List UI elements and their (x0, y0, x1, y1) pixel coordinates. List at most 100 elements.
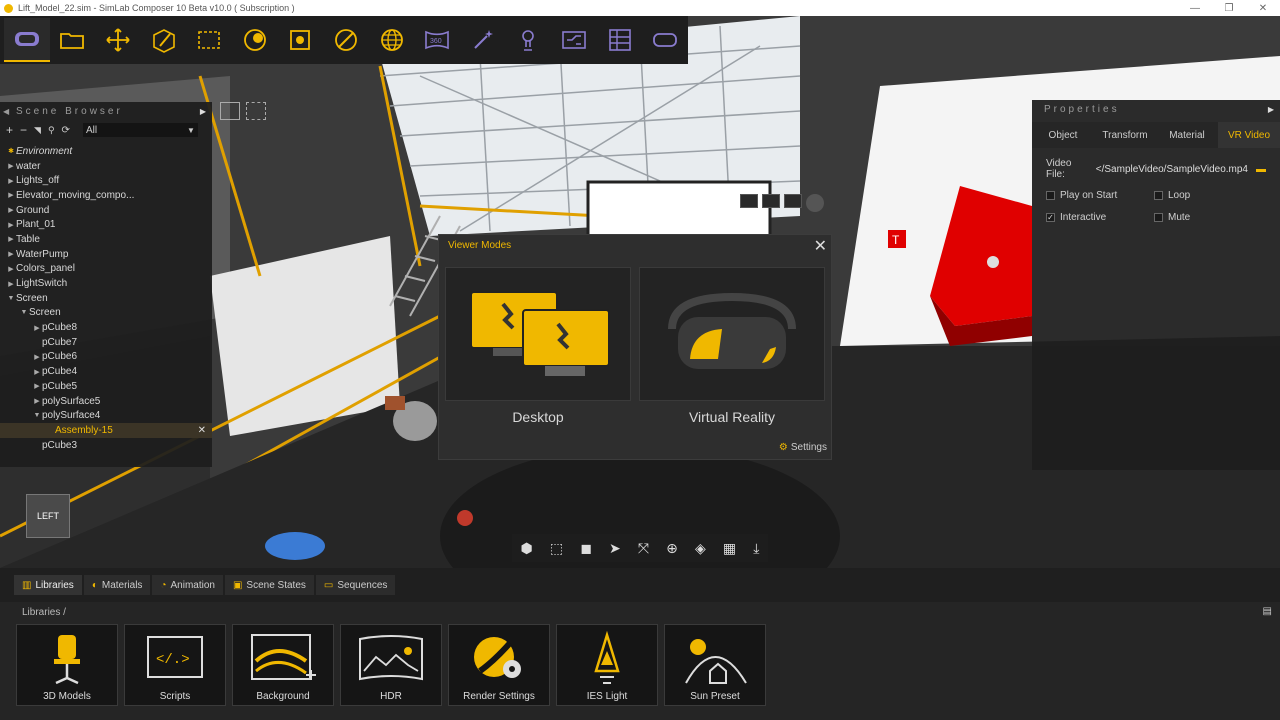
list-view-icon[interactable]: ▤ (1263, 606, 1272, 617)
tree-item[interactable]: ▶ LightSwitch (0, 276, 212, 291)
tree-item[interactable]: ▶ WaterPump (0, 247, 212, 262)
toolbar-360[interactable]: 360 (414, 18, 460, 62)
scene-filter-dropdown[interactable]: All ▼ (82, 123, 198, 137)
grid-toggle-icon[interactable]: ▦ (723, 540, 736, 557)
tree-item[interactable]: pCube7 (0, 335, 212, 350)
chevron-right-icon[interactable]: ▶ (32, 368, 42, 376)
library-tile-hdr[interactable]: HDR (340, 624, 442, 706)
collapse-right-icon[interactable]: ▶ (1268, 105, 1277, 114)
tree-item[interactable]: Assembly-15 ✕ (0, 423, 212, 438)
toolbar-open[interactable] (50, 18, 96, 62)
download-icon[interactable]: ⤓ (753, 540, 759, 557)
tab-vr-video[interactable]: VR Video (1218, 122, 1280, 148)
fit-view-icon[interactable]: ⬚ (550, 540, 563, 557)
tab-libraries[interactable]: ▥ Libraries (14, 575, 82, 595)
remove-icon[interactable]: − (20, 123, 27, 137)
chevron-right-icon[interactable]: ▶ (6, 280, 16, 288)
tab-animation[interactable]: ◔ Animation (152, 575, 223, 595)
chevron-right-icon[interactable]: ▶ (6, 177, 16, 185)
folder-browse-icon[interactable]: ▬ (1256, 164, 1266, 175)
tree-item[interactable]: ▶ Ground (0, 203, 212, 218)
chevron-right-icon[interactable]: ▶ (6, 265, 16, 273)
close-window-icon[interactable]: ✕ (1246, 0, 1280, 16)
chevron-right-icon[interactable]: ▶ (6, 235, 16, 243)
collapse-right-icon[interactable]: ▶ (200, 107, 209, 116)
desktop-mode-card[interactable] (445, 267, 631, 401)
interactive-checkbox[interactable]: ✓ Interactive (1046, 212, 1154, 223)
library-tile-3d-models[interactable]: 3D Models (16, 624, 118, 706)
tree-item[interactable]: ▶ pCube5 (0, 379, 212, 394)
toolbar-light[interactable] (506, 18, 552, 62)
checkbox-box[interactable] (1154, 213, 1163, 222)
toolbar-orbit[interactable] (232, 18, 278, 62)
close-icon[interactable]: ✕ (198, 425, 206, 436)
tree-item[interactable]: ▶ polySurface5 (0, 394, 212, 409)
refresh-icon[interactable]: ⟳ (62, 125, 70, 136)
add-icon[interactable]: + (6, 123, 13, 137)
minimize-icon[interactable]: — (1178, 0, 1212, 16)
toolbar-select[interactable] (186, 18, 232, 62)
tree-item[interactable]: ▼ polySurface4 (0, 408, 212, 423)
tab-transform[interactable]: Transform (1094, 122, 1156, 148)
zoom-icon[interactable]: ⊕ (666, 540, 678, 557)
video-file-input[interactable]: </SampleVideo/SampleVideo.mp4 (1096, 164, 1248, 175)
tab-scene-states[interactable]: ▣ Scene States (224, 575, 314, 595)
desktop-label[interactable]: Desktop (445, 401, 631, 425)
library-tile-background[interactable]: Background (232, 624, 334, 706)
tree-item[interactable]: ▶ Plant_01 (0, 217, 212, 232)
vr-label[interactable]: Virtual Reality (639, 401, 825, 425)
search-icon[interactable]: ⚲ (48, 125, 55, 136)
chevron-right-icon[interactable]: ▶ (6, 162, 16, 170)
chevron-down-icon[interactable]: ▼ (19, 309, 29, 316)
tree-item[interactable]: ▶ Colors_panel (0, 262, 212, 277)
toolbar-edit[interactable] (141, 18, 187, 62)
tab-object[interactable]: Object (1032, 122, 1094, 148)
pin-icon[interactable]: ◥ (34, 125, 41, 136)
toolbar-magic[interactable] (460, 18, 506, 62)
tree-item[interactable]: ▶ Lights_off (0, 173, 212, 188)
chevron-right-icon[interactable]: ▶ (6, 206, 16, 214)
tree-item[interactable]: ▶ pCube4 (0, 364, 212, 379)
toolbar-switch[interactable] (551, 18, 597, 62)
view-cube[interactable]: LEFT (26, 494, 70, 538)
chevron-right-icon[interactable]: ▶ (32, 353, 42, 361)
pointer-icon[interactable]: ➤ (609, 540, 621, 557)
tree-item[interactable]: ▼ Screen (0, 291, 212, 306)
mini-tool-icon[interactable] (740, 194, 758, 208)
chevron-right-icon[interactable]: ▶ (32, 382, 42, 390)
library-tile-scripts[interactable]: </.> Scripts (124, 624, 226, 706)
cube-view-icon[interactable]: ⬢ (521, 540, 533, 557)
tree-item[interactable]: ▶ water (0, 159, 212, 174)
chevron-right-icon[interactable]: ▶ (6, 250, 16, 258)
toolbar-frame[interactable] (278, 18, 324, 62)
chevron-right-icon[interactable]: ▶ (6, 221, 16, 229)
toolbar-globe[interactable] (369, 18, 415, 62)
box-icon[interactable]: ◼ (580, 540, 592, 557)
chevron-right-icon[interactable]: ▶ (6, 191, 16, 199)
library-tile-render-settings[interactable]: Render Settings (448, 624, 550, 706)
restore-icon[interactable]: ❐ (1212, 0, 1246, 16)
close-icon[interactable]: ✕ (814, 236, 827, 256)
tree-item[interactable]: ▶ pCube6 (0, 350, 212, 365)
mini-tool-icon[interactable] (762, 194, 780, 208)
toolbar-vr-viewer[interactable] (4, 18, 50, 62)
toolbar-move[interactable] (95, 18, 141, 62)
checkbox-box[interactable] (1154, 191, 1163, 200)
mute-checkbox[interactable]: Mute (1154, 212, 1262, 223)
zoom-extents-icon[interactable]: ⤧ (638, 540, 649, 557)
capture-icon[interactable] (246, 102, 266, 120)
chevron-down-icon[interactable]: ▼ (6, 295, 16, 302)
tree-item[interactable]: ▶ Table (0, 232, 212, 247)
tree-item[interactable]: ▼ Screen (0, 306, 212, 321)
loop-checkbox[interactable]: Loop (1154, 190, 1262, 201)
tab-material[interactable]: Material (1156, 122, 1218, 148)
tree-item[interactable]: ▶ Elevator_moving_compo... (0, 188, 212, 203)
play-on-start-checkbox[interactable]: Play on Start (1046, 190, 1154, 201)
tab-sequences[interactable]: ▭ Sequences (315, 575, 396, 595)
chevron-right-icon[interactable]: ✱ (6, 147, 16, 155)
tree-item[interactable]: ▶ pCube8 (0, 320, 212, 335)
vr-mode-card[interactable] (639, 267, 825, 401)
library-tile-sun-preset[interactable]: Sun Preset (664, 624, 766, 706)
chevron-right-icon[interactable]: ▶ (32, 397, 42, 405)
mini-tool-icon[interactable] (784, 194, 802, 208)
